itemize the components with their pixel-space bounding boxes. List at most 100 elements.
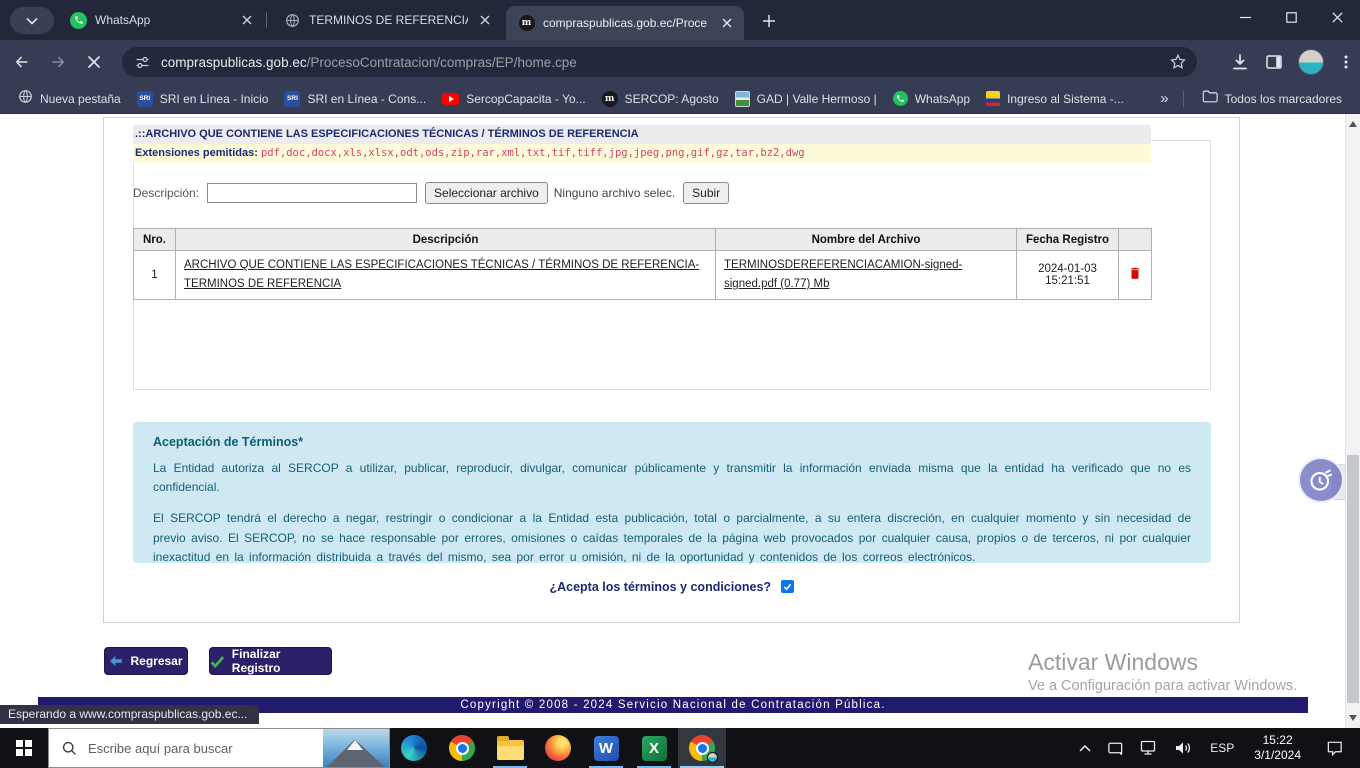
descripcion-input[interactable] [207,183,417,203]
bookmark-sercop-agosto[interactable]: m SERCOP: Agosto [594,88,727,110]
minimize-button[interactable] [1222,0,1268,34]
accept-terms-label: ¿Acepta los términos y condiciones? [549,580,771,594]
terms-title: Aceptación de Términos* [153,435,1191,449]
trash-icon[interactable] [1128,265,1142,281]
tab-close-icon[interactable] [718,14,736,32]
scrollbar-thumb[interactable] [1347,455,1359,703]
search-highlight-image[interactable] [323,729,389,767]
col-fecha-registro: Fecha Registro [1017,229,1119,251]
gad-icon [735,91,750,107]
bookmark-sercopcapacita[interactable]: SercopCapacita - Yo... [434,89,593,109]
globe-icon [284,12,301,29]
back-icon [13,53,31,71]
upload-button[interactable]: Subir [683,182,729,204]
scroll-up-arrow-icon[interactable] [1349,121,1357,127]
extensions-list: pdf,doc,docx,xls,xlsx,odt,ods,zip,rar,xm… [261,147,805,159]
bookmark-sri-inicio[interactable]: SRI SRI en Línea - Inicio [129,88,277,110]
url-host: compraspublicas.gob.ec [161,55,307,70]
address-bar[interactable]: compraspublicas.gob.ec/ProcesoContrataci… [122,47,1197,77]
excel-icon: X [642,736,667,761]
bookmarks-overflow-button[interactable]: » [1156,90,1172,107]
notification-center-button[interactable] [1313,728,1356,768]
search-placeholder: Escribe aquí para buscar [88,741,233,756]
clock-icon [1306,465,1336,495]
taskbar-excel[interactable]: X [630,728,678,768]
cell-delete [1119,251,1152,300]
url-text[interactable]: compraspublicas.gob.ec/ProcesoContrataci… [161,55,1169,70]
files-table: Nro. Descripción Nombre del Archivo Fech… [133,228,1152,300]
chevron-up-icon [1078,743,1092,753]
network-icon[interactable] [1134,728,1164,768]
maximize-button[interactable] [1268,0,1314,34]
taskbar-chrome[interactable] [438,728,486,768]
site-settings-icon[interactable] [134,54,151,71]
terms-box: Aceptación de Términos* La Entidad autor… [133,422,1211,563]
taskbar-file-explorer[interactable] [486,728,534,768]
accept-terms-checkbox[interactable] [781,580,794,593]
globe-icon [18,89,33,109]
page-scrollbar[interactable] [1345,114,1360,728]
tablet-mode-icon[interactable] [1101,728,1130,768]
bookmark-gad-valle-hermoso[interactable]: GAD | Valle Hermoso | [727,88,885,110]
content-panel: .::ARCHIVO QUE CONTIENE LAS ESPECIFICACI… [103,117,1240,623]
tab-compraspublicas-active[interactable]: m compraspublicas.gob.ec/Proce [506,6,744,40]
clock[interactable]: 15:22 3/1/2024 [1246,733,1309,763]
volume-icon[interactable] [1168,728,1198,768]
bookmarks-bar: Nueva pestaña SRI SRI en Línea - Inicio … [0,84,1360,114]
tab-search-button[interactable] [10,7,54,34]
col-actions [1119,229,1152,251]
tab-separator [266,12,267,28]
all-bookmarks-button[interactable]: Todos los marcadores [1194,86,1350,111]
start-button[interactable] [0,728,48,768]
stop-loading-button[interactable] [80,48,108,76]
tab-terminos-referencia[interactable]: TERMINOS DE REFERENCIA CAM [272,0,502,40]
time: 15:22 [1254,733,1301,748]
tab-close-icon[interactable] [476,11,494,29]
cell-nro: 1 [134,251,176,300]
close-button[interactable] [1314,0,1360,34]
windows-taskbar: Escribe aquí para buscar W X ESP 15:22 3… [0,728,1360,768]
firefox-icon [545,735,571,761]
taskbar-chrome-active[interactable] [678,728,726,768]
whatsapp-icon [70,12,87,29]
descripcion-link[interactable]: ARCHIVO QUE CONTIENE LAS ESPECIFICACIONE… [184,259,699,290]
notification-icon [1325,739,1344,757]
profile-avatar[interactable] [1298,49,1324,75]
new-tab-button[interactable] [756,8,782,34]
descripcion-label: Descripción: [133,186,199,200]
upload-form-row: Descripción: Seleccionar archivo Ninguno… [133,180,1151,206]
taskbar-edge[interactable] [390,728,438,768]
forward-button[interactable] [44,48,72,76]
col-nro: Nro. [134,229,176,251]
separator [1183,91,1184,107]
bookmark-star-icon[interactable] [1169,53,1187,71]
cell-fecha: 2024-01-0315:21:51 [1017,251,1119,300]
finalizar-registro-button[interactable]: Finalizar Registro [209,647,332,675]
bookmark-nueva-pestana[interactable]: Nueva pestaña [10,86,129,112]
select-file-button[interactable]: Seleccionar archivo [425,182,548,204]
back-button[interactable] [8,48,36,76]
tray-expand-button[interactable] [1073,728,1097,768]
youtube-icon [442,93,459,105]
sri-icon: SRI [284,91,300,107]
tab-close-icon[interactable] [238,11,256,29]
side-panel-icon[interactable] [1264,52,1284,72]
taskbar-word[interactable]: W [582,728,630,768]
extensions-label: Extensiones pemitidas: [133,147,258,159]
archivo-link[interactable]: TERMINOSDEREFERENCIACAMION-signed-signed… [724,259,962,290]
session-timer-widget[interactable] [1298,457,1344,503]
scroll-down-arrow-icon[interactable] [1349,715,1357,721]
bookmark-whatsapp[interactable]: WhatsApp [885,88,978,109]
menu-dots-icon[interactable] [1338,54,1354,70]
taskbar-firefox[interactable] [534,728,582,768]
bookmark-sri-consultas[interactable]: SRI SRI en Línea - Cons... [276,88,434,110]
download-icon[interactable] [1230,52,1250,72]
language-indicator[interactable]: ESP [1202,728,1242,768]
check-icon [210,655,225,668]
regresar-button[interactable]: Regresar [104,647,188,675]
taskbar-search[interactable]: Escribe aquí para buscar [48,728,390,768]
toolbar-right [1230,47,1354,77]
upload-section-title: .::ARCHIVO QUE CONTIENE LAS ESPECIFICACI… [133,125,1151,144]
tab-whatsapp[interactable]: WhatsApp [58,0,264,40]
bookmark-ingreso-sistema[interactable]: Ingreso al Sistema -... [978,88,1132,109]
